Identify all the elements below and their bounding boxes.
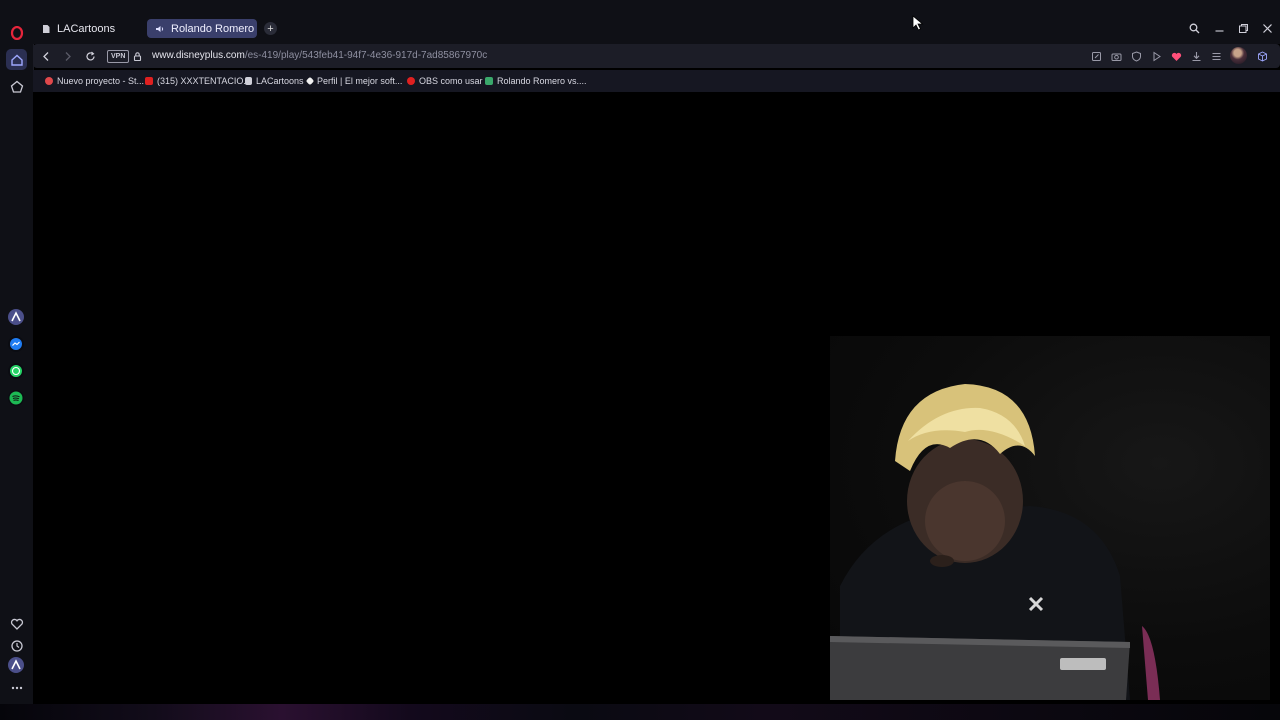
diamond-icon <box>305 76 315 86</box>
reload-button[interactable] <box>83 49 97 63</box>
minimize-icon <box>1215 29 1223 32</box>
menu-icon <box>1212 52 1220 60</box>
play-icon <box>1153 51 1161 61</box>
chevron-left-icon <box>42 51 48 61</box>
back-button[interactable] <box>39 49 53 63</box>
player-button[interactable] <box>1149 49 1163 63</box>
history-icon[interactable] <box>6 635 27 656</box>
bookmark-item[interactable]: (315) XXXTENTACIO... <box>145 75 251 87</box>
bookmark-item[interactable]: LACartoons <box>245 75 304 87</box>
youtube-icon <box>407 77 415 85</box>
bookmark-item[interactable]: OBS como usar <box>407 75 483 87</box>
tab-label: Rolando Romero vs. T <box>171 22 257 35</box>
search-tabs-button[interactable] <box>1186 20 1202 36</box>
profile-avatar[interactable] <box>1230 47 1247 64</box>
download-button[interactable] <box>1189 49 1203 63</box>
bookmark-heart-button[interactable] <box>1169 49 1183 63</box>
bookmark-label: OBS como usar <box>419 76 483 86</box>
aria-icon[interactable] <box>8 309 24 325</box>
messenger-icon[interactable] <box>8 336 24 352</box>
pinboard-icon[interactable] <box>6 76 27 97</box>
shield-icon <box>1131 50 1141 62</box>
close-window-button[interactable] <box>1259 20 1275 36</box>
spotify-icon[interactable] <box>8 390 24 406</box>
heart-icon[interactable] <box>6 613 27 634</box>
easy-setup-button[interactable] <box>1209 49 1223 63</box>
opera-logo-icon[interactable] <box>6 22 27 43</box>
webcam-person-image <box>830 384 1160 700</box>
close-icon <box>1262 23 1272 33</box>
bookmark-favicon-icon <box>485 77 493 85</box>
restore-icon <box>1238 23 1248 33</box>
lock-icon[interactable] <box>130 49 144 63</box>
more-icon[interactable] <box>6 677 27 698</box>
restore-button[interactable] <box>1235 20 1251 36</box>
edit-icon <box>1091 51 1101 61</box>
snapshot-button[interactable] <box>1109 49 1123 63</box>
new-tab-button[interactable]: + <box>264 22 277 35</box>
whatsapp-icon[interactable] <box>8 363 24 379</box>
edit-button[interactable] <box>1089 49 1103 63</box>
opera-sidebar <box>0 0 34 704</box>
mouse-cursor-icon <box>912 15 924 31</box>
address-bar: VPN www.disneyplus.com/es-419/play/543fe… <box>33 44 1280 68</box>
heart-filled-icon <box>1171 52 1181 61</box>
camera-icon <box>1111 53 1121 61</box>
bookmark-label: LACartoons <box>256 76 304 86</box>
taskbar-wallpaper-strip <box>0 704 1280 720</box>
bookmark-label: Nuevo proyecto - St... <box>57 76 145 86</box>
bookmark-item[interactable]: Rolando Romero vs.... <box>485 75 587 87</box>
bookmark-item[interactable]: Nuevo proyecto - St... <box>45 75 144 87</box>
aria-small-icon[interactable] <box>8 657 24 673</box>
home-icon[interactable] <box>6 49 27 70</box>
search-icon <box>1189 23 1199 33</box>
url-path: /es-419/play/543feb41-94f7-4e36-917d-7ad… <box>244 50 488 61</box>
extensions-button[interactable] <box>1255 49 1269 63</box>
reload-icon <box>85 51 95 61</box>
tab-bar: LACartoons Rolando Romero vs. T + <box>33 0 1280 44</box>
youtube-icon <box>145 77 153 85</box>
plus-icon: + <box>267 22 274 35</box>
url-domain: www.disneyplus.com <box>152 50 245 61</box>
bookmark-favicon-icon <box>45 77 53 85</box>
tab-label: LACartoons <box>57 22 116 35</box>
chevron-right-icon <box>65 51 71 61</box>
vpn-badge[interactable]: VPN <box>107 50 130 63</box>
url-field[interactable]: www.disneyplus.com/es-419/play/543feb41-… <box>152 50 487 61</box>
speaker-icon[interactable] <box>155 24 165 34</box>
document-icon <box>245 77 252 85</box>
tab-lacartoons[interactable]: LACartoons <box>33 19 147 38</box>
tab-rolando-romero[interactable]: Rolando Romero vs. T <box>147 19 257 38</box>
webcam-overlay <box>830 336 1270 700</box>
bookmarks-bar: Nuevo proyecto - St... (315) XXXTENTACIO… <box>33 70 1280 92</box>
bookmark-label: (315) XXXTENTACIO... <box>157 76 251 86</box>
bookmark-label: Perfil | El mejor soft... <box>317 76 403 86</box>
download-icon <box>1192 51 1200 61</box>
minimize-button[interactable] <box>1211 20 1227 36</box>
adblock-button[interactable] <box>1129 49 1143 63</box>
bookmark-label: Rolando Romero vs.... <box>497 76 587 86</box>
bookmark-item[interactable]: Perfil | El mejor soft... <box>305 75 403 87</box>
forward-button[interactable] <box>60 49 74 63</box>
document-icon <box>43 24 50 33</box>
cube-icon <box>1257 50 1267 62</box>
